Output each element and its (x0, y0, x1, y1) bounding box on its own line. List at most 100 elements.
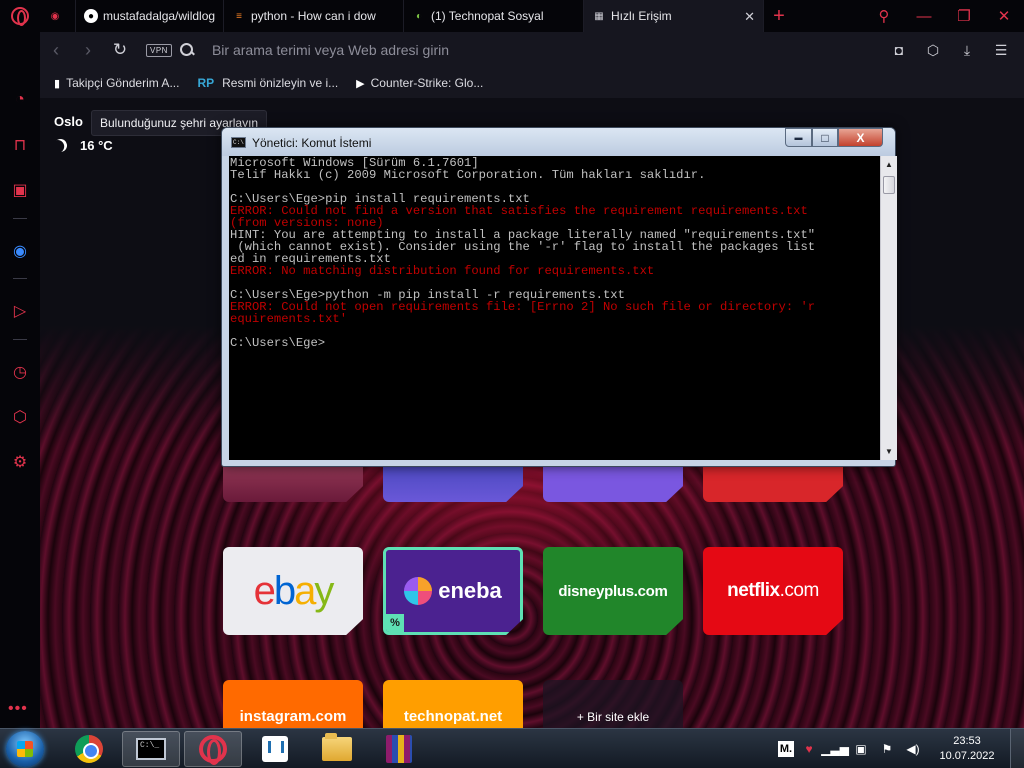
scroll-up-icon[interactable]: ▲ (881, 156, 897, 173)
download-icon[interactable]: ⤓ (950, 42, 984, 59)
opera-logo-icon (11, 7, 29, 26)
tile-label: technopat.net (403, 708, 503, 725)
speed-dial-tile-netflix[interactable]: netflix .com (703, 547, 843, 635)
cmd-icon: C:\_ (136, 738, 166, 760)
speedometer-icon[interactable]: ◔ (10, 90, 30, 110)
winrar-icon (386, 735, 412, 763)
play-icon: ▶ (356, 77, 365, 90)
extensions-cube-icon[interactable]: ⬡ (916, 42, 950, 59)
minimize-icon[interactable]: — (904, 0, 944, 32)
tab-search-icon[interactable]: ⚲ (864, 0, 904, 32)
tab-strip: ◉ ● mustafadalga/wildlogge ≡ python - Ho… (0, 0, 1024, 32)
opera-icon (199, 735, 227, 765)
bookmark-resmi[interactable]: RP Resmi önizleyin ve i... (197, 76, 338, 90)
tray-shield-icon[interactable]: ♥ (798, 738, 820, 760)
tab-label: Hızlı Erişim (611, 9, 672, 23)
stackoverflow-icon: ≡ (236, 10, 242, 22)
action-center-flag-icon[interactable]: ⚑ (876, 738, 898, 760)
signal-icon[interactable]: ▁▃▅ (821, 738, 849, 760)
extensions-cube-icon[interactable]: ⬡ (10, 407, 30, 427)
bookmarks-bar: ▮ Takipçi Gönderim A... RP Resmi önizley… (40, 68, 1024, 98)
history-icon[interactable]: ◷ (10, 362, 30, 382)
restore-icon[interactable]: ❐ (944, 0, 984, 32)
temperature-value: 16 °C (80, 138, 113, 153)
new-tab-button[interactable]: + (764, 0, 794, 32)
tab-label: python - How can i dow (251, 9, 376, 23)
address-input[interactable] (211, 42, 882, 58)
technopat-icon: ◐ (415, 10, 423, 22)
scroll-down-icon[interactable]: ▼ (881, 443, 897, 460)
taskbar-opera[interactable] (184, 731, 242, 767)
console-line: C:\Users\Ege> (230, 336, 326, 350)
tab-stackoverflow[interactable]: ≡ python - How can i dow (224, 0, 404, 32)
twitch-icon[interactable]: ▣ (10, 180, 30, 200)
cmd-title-bar[interactable]: C:\ Yönetici: Komut İstemi ▬ □ X (222, 128, 895, 156)
tile-label: + Bir site ekle (576, 710, 650, 724)
tab-speed-dial[interactable]: ▦ Hızlı Erişim ✕ (584, 0, 764, 32)
bookmark-takipci[interactable]: ▮ Takipçi Gönderim A... (54, 76, 179, 90)
cmd-close-button[interactable]: X (838, 128, 883, 147)
add-site-tile[interactable]: + Bir site ekle (543, 680, 683, 728)
tab-github[interactable]: ● mustafadalga/wildlogge (76, 0, 224, 32)
taskbar-explorer[interactable] (308, 731, 366, 767)
scroll-thumb[interactable] (883, 176, 895, 194)
vpn-badge[interactable]: VPN (146, 43, 172, 57)
taskbar-editor[interactable] (246, 731, 304, 767)
more-options-icon[interactable]: ••• (8, 700, 28, 718)
sidebar-divider (13, 278, 27, 279)
tray-m-icon[interactable]: M. (778, 741, 794, 757)
cmd-minimize-button[interactable]: ▬ (785, 128, 812, 147)
show-desktop-button[interactable] (1010, 729, 1024, 768)
cmd-maximize-button[interactable]: □ (812, 128, 838, 147)
bookmark-counter-strike[interactable]: ▶ Counter-Strike: Glo... (356, 76, 483, 90)
volume-icon[interactable]: ◀) (902, 738, 924, 760)
console-line: Telif Hakkı (c) 2009 Microsoft Corporati… (230, 168, 706, 182)
speed-dial-tile-disneyplus[interactable]: disneyplus.com (543, 547, 683, 635)
tile-label: disneyplus.com (558, 582, 668, 600)
cmd-scrollbar[interactable]: ▲ ▼ (880, 156, 897, 460)
command-prompt-window[interactable]: C:\ Yönetici: Komut İstemi ▬ □ X Microso… (221, 127, 897, 467)
forward-icon[interactable]: › (72, 40, 104, 61)
windows-taskbar: C:\_ M. ♥ ▁▃▅ ▣ ⚑ ◀) 23:53 10.07.2022 (0, 728, 1024, 768)
opera-menu-button[interactable] (0, 0, 40, 32)
easy-setup-icon[interactable]: ☰ (984, 42, 1018, 59)
messenger-icon[interactable]: ◉ (10, 241, 30, 261)
discount-badge: % (386, 614, 404, 632)
back-icon[interactable]: ‹ (40, 40, 72, 61)
speed-dial-tile-instagram[interactable]: instagram.com (223, 680, 363, 728)
eneba-logo-icon (404, 577, 433, 605)
tile-label: netflix (727, 580, 780, 601)
cmd-console-output[interactable]: Microsoft Windows [Sürüm 6.1.7601] Telif … (229, 156, 880, 460)
clock[interactable]: 23:53 10.07.2022 (932, 734, 1002, 764)
taskbar-winrar[interactable] (370, 731, 428, 767)
page-icon: ▮ (54, 77, 61, 90)
player-icon[interactable]: ▷ (10, 301, 30, 321)
taskbar-chrome[interactable] (60, 731, 118, 767)
close-window-icon[interactable]: ✕ (984, 0, 1024, 32)
usb-device-icon[interactable]: ▣ (850, 738, 872, 760)
tab-gx-games[interactable]: ◉ (40, 0, 76, 32)
taskbar-cmd[interactable]: C:\_ (122, 731, 180, 767)
console-line: ERROR: No matching distribution found fo… (230, 264, 655, 278)
weather-temperature: 16 °C (54, 138, 113, 153)
speed-dial-tile-ebay[interactable]: ebay (223, 547, 363, 635)
sidebar-divider (13, 218, 27, 219)
weather-city[interactable]: Oslo (54, 114, 83, 129)
editor-icon (262, 736, 288, 762)
tab-technopat[interactable]: ◐ (1) Technopat Sosyal (404, 0, 584, 32)
close-tab-icon[interactable]: ✕ (744, 9, 755, 25)
github-icon: ● (84, 9, 98, 23)
speed-dial-tile-technopat[interactable]: technopat.net (383, 680, 523, 728)
speed-dial-tile-eneba[interactable]: eneba % (383, 547, 523, 635)
reload-icon[interactable]: ↻ (104, 40, 136, 60)
start-button[interactable] (6, 731, 44, 767)
snapshot-camera-icon[interactable]: ◘ (882, 42, 916, 59)
minimize-icon: ▬ (794, 133, 803, 142)
bookmark-label: Counter-Strike: Glo... (370, 76, 484, 90)
settings-gear-icon[interactable]: ⚙ (10, 452, 30, 472)
shopping-bag-icon[interactable]: ⊓ (10, 135, 30, 155)
tile-label: eneba (438, 578, 502, 603)
tab-label: (1) Technopat Sosyal (431, 9, 544, 23)
console-line: equirements.txt' (230, 312, 348, 326)
